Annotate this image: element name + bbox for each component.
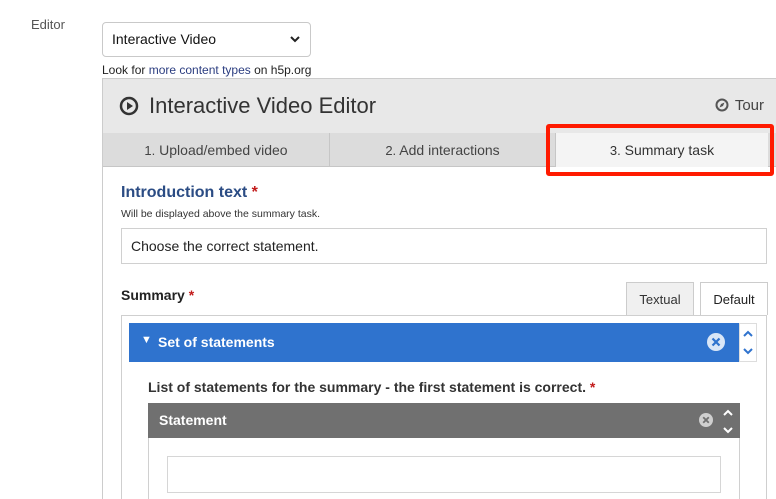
tab-number: 2. <box>385 143 397 158</box>
tab-label: Add interactions <box>399 142 500 158</box>
arrow-up-icon[interactable] <box>723 406 733 420</box>
set-order-controls <box>739 323 757 362</box>
intro-text-label-text: Introduction text <box>121 184 248 201</box>
summary-label: Summary * <box>121 287 194 303</box>
arrow-down-icon[interactable] <box>743 344 753 358</box>
editor-tabs: 1. Upload/embed video 2. Add interaction… <box>103 133 776 167</box>
arrow-up-icon[interactable] <box>743 327 753 341</box>
look-for-prefix: Look for <box>102 63 149 77</box>
required-mark: * <box>251 184 258 201</box>
more-content-types-link[interactable]: more content types <box>149 63 251 77</box>
field-label: Editor <box>31 17 65 32</box>
required-mark: * <box>188 287 195 303</box>
required-mark: * <box>589 379 596 395</box>
close-circle-icon[interactable] <box>698 412 714 428</box>
intro-text-input[interactable] <box>121 228 767 264</box>
tab-upload-embed-video[interactable]: 1. Upload/embed video <box>103 133 330 167</box>
statement-order-controls <box>716 403 740 438</box>
arrow-down-icon[interactable] <box>723 423 733 437</box>
statement-input[interactable] <box>167 456 721 493</box>
close-circle-icon[interactable] <box>706 332 726 352</box>
tab-add-interactions[interactable]: 2. Add interactions <box>330 133 556 167</box>
tab-label: Summary task <box>624 142 715 158</box>
editor-header: Interactive Video Editor Tour <box>103 79 776 133</box>
tour-button[interactable]: Tour <box>715 97 764 114</box>
tab-default[interactable]: Default <box>700 282 768 315</box>
compass-icon <box>715 98 729 112</box>
statements-label-text: List of statements for the summary - the… <box>148 379 586 395</box>
intro-text-description: Will be displayed above the summary task… <box>121 208 321 220</box>
set-of-statements-header[interactable]: ▼ Set of statements <box>129 323 739 362</box>
statements-label: List of statements for the summary - the… <box>148 379 595 395</box>
tab-number: 1. <box>144 143 156 158</box>
tab-summary-task[interactable]: 3. Summary task <box>556 133 768 167</box>
summary-label-text: Summary <box>121 287 185 303</box>
tab-number: 3. <box>609 143 621 158</box>
caret-down-icon: ▼ <box>141 334 152 346</box>
tour-label: Tour <box>734 97 764 114</box>
statement-header[interactable]: Statement <box>148 403 716 438</box>
library-select[interactable]: Interactive Video <box>102 22 311 57</box>
intro-text-label: Introduction text * <box>121 184 258 202</box>
look-for-text: Look for more content types on h5p.org <box>102 63 311 77</box>
tab-textual[interactable]: Textual <box>626 282 694 315</box>
statement-title: Statement <box>159 412 227 428</box>
set-of-statements-title: Set of statements <box>158 334 275 350</box>
tab-label: Upload/embed video <box>159 142 288 158</box>
play-circle-icon <box>119 96 139 116</box>
library-select-value: Interactive Video <box>112 31 217 47</box>
editor-title: Interactive Video Editor <box>149 93 377 118</box>
look-for-suffix: on h5p.org <box>250 63 312 77</box>
